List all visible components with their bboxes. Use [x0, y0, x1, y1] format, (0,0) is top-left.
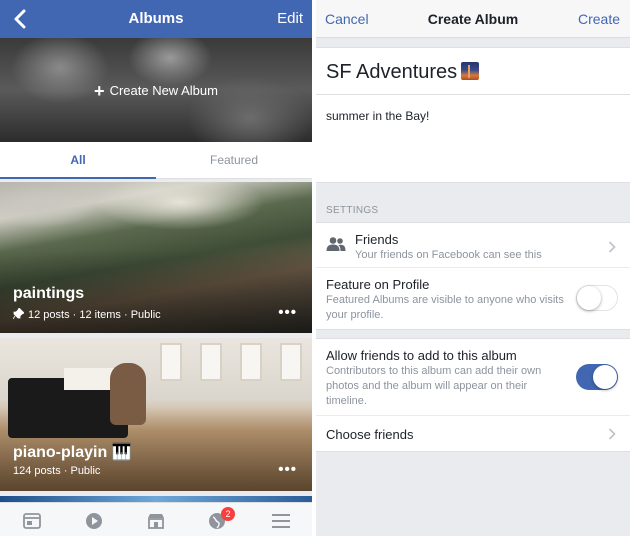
edit-button[interactable]: Edit [277, 10, 303, 27]
album-meta: 124 posts · Public [13, 465, 101, 477]
toggle-knob [577, 286, 601, 310]
video-icon[interactable] [84, 512, 104, 530]
album-name-text: SF Adventures [326, 61, 458, 83]
feature-on-profile-row: Feature on Profile Featured Albums are v… [316, 268, 630, 330]
privacy-friends-row[interactable]: Friends Your friends on Facebook can see… [316, 222, 630, 268]
create-album-header: Cancel Create Album Create [316, 0, 630, 38]
privacy-subtitle: Your friends on Facebook can see this [355, 249, 542, 261]
create-new-album-cta: + Create New Album [0, 81, 312, 102]
friends-icon [326, 237, 346, 251]
notifications-tab[interactable]: 2 [208, 507, 235, 530]
golden-gate-bridge-icon [461, 62, 480, 80]
choose-friends-row[interactable]: Choose friends [316, 416, 630, 452]
album-name-field[interactable]: SF Adventures [316, 47, 630, 95]
marketplace-icon[interactable] [146, 512, 166, 530]
albums-screen: Albums Edit + Create New Album All Featur… [0, 0, 312, 536]
album-title: piano-playin 🎹 [13, 444, 132, 461]
plus-icon: + [94, 81, 105, 101]
album-tabs: All Featured [0, 142, 312, 179]
bottom-tab-bar: 2 [0, 502, 312, 536]
window-decor [160, 343, 182, 381]
settings-section-label: SETTINGS [326, 205, 379, 216]
window-decor [280, 343, 302, 381]
create-album-screen: Cancel Create Album Create SF Adventures… [316, 0, 630, 536]
tab-featured[interactable]: Featured [156, 142, 312, 179]
create-new-album-label: Create New Album [109, 83, 218, 98]
album-card-piano-playin[interactable]: piano-playin 🎹 124 posts · Public ••• [0, 338, 312, 491]
allow-friends-row: Allow friends to add to this album Contr… [316, 338, 630, 416]
news-feed-icon[interactable] [22, 512, 42, 530]
allow-subtitle: Contributors to this album can add their… [326, 365, 542, 407]
albums-header: Albums Edit [0, 0, 312, 38]
album-description-field[interactable]: summer in the Bay! [316, 95, 630, 183]
sheet-music-image [64, 368, 114, 390]
album-card-paintings[interactable]: paintings 12 posts · 12 items · Public •… [0, 182, 312, 333]
menu-icon[interactable] [271, 512, 291, 530]
album-name-value: SF Adventures [326, 61, 480, 84]
create-button[interactable]: Create [578, 11, 620, 27]
album-meta: 12 posts · 12 items · Public [12, 307, 161, 321]
albums-title: Albums [128, 10, 184, 27]
more-options-icon[interactable]: ••• [278, 304, 297, 321]
toggle-knob [593, 365, 617, 389]
album-title: paintings [13, 285, 85, 302]
privacy-title: Friends [355, 232, 399, 247]
chevron-right-icon [608, 428, 616, 440]
tab-all[interactable]: All [0, 142, 156, 179]
allow-title: Allow friends to add to this album [326, 348, 517, 363]
album-meta-text: 12 posts · 12 items · Public [28, 309, 161, 321]
allow-friends-toggle[interactable] [576, 364, 618, 390]
choose-friends-label: Choose friends [326, 427, 414, 442]
album-description-value: summer in the Bay! [326, 109, 430, 123]
feature-title: Feature on Profile [326, 277, 430, 292]
notification-badge: 2 [221, 507, 235, 521]
chevron-right-icon [608, 241, 616, 253]
pin-icon [12, 307, 25, 320]
create-new-album-button[interactable]: + Create New Album [0, 38, 312, 142]
feature-on-profile-toggle[interactable] [576, 285, 618, 311]
window-decor [240, 343, 262, 381]
window-decor [200, 343, 222, 381]
feature-subtitle: Featured Albums are visible to anyone wh… [326, 294, 564, 321]
more-options-icon[interactable]: ••• [278, 461, 297, 478]
pianist-image [110, 363, 146, 425]
